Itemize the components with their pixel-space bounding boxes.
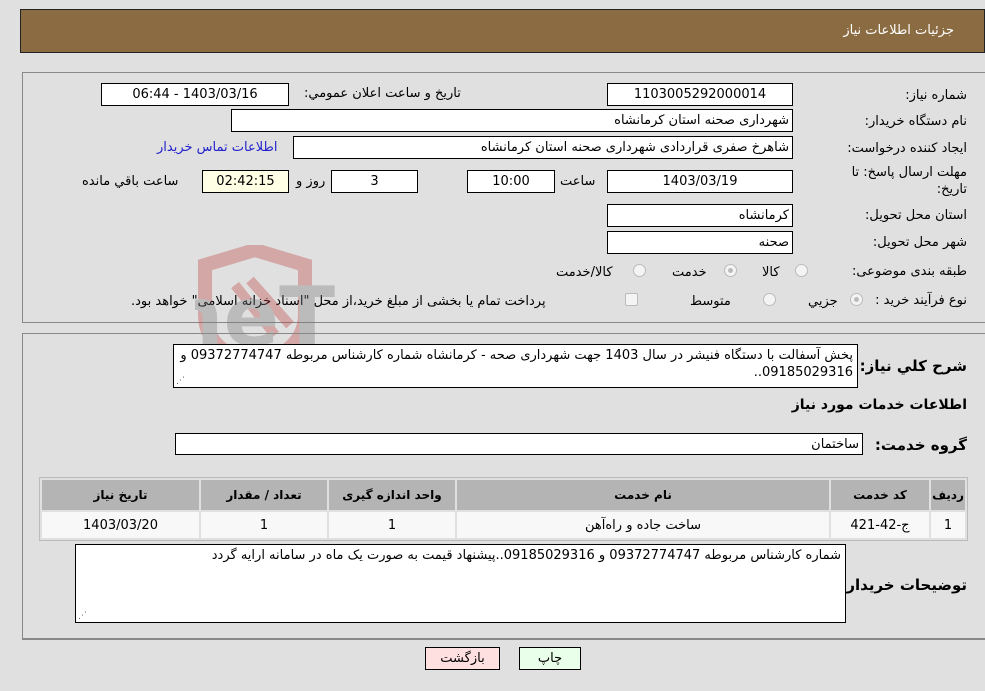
announce-label: تاریخ و ساعت اعلان عمومي:	[304, 86, 461, 101]
deadline-label-1: مهلت ارسال پاسخ: تا	[851, 165, 967, 180]
resize-grip-icon[interactable]: ⋰	[176, 377, 185, 386]
province-label: استان محل تحویل:	[865, 208, 967, 223]
cell-quantity: 1	[201, 512, 327, 538]
buyer-org-label: نام دستگاه خریدار:	[864, 114, 967, 129]
buyer-contact-link[interactable]: اطلاعات تماس خریدار	[157, 140, 277, 155]
buyer-notes-textarea[interactable]: شماره کارشناس مربوطه 09372774747 و 09185…	[75, 544, 846, 623]
process-radio-minor[interactable]	[850, 293, 863, 306]
buyer-org-field: شهرداری صحنه استان کرمانشاه	[231, 109, 793, 132]
need-number-field: 1103005292000014	[607, 83, 793, 106]
deadline-time-label: ساعت	[560, 174, 596, 189]
summary-textarea[interactable]: پخش آسفالت با دستگاه فنیشر در سال 1403 ج…	[173, 344, 858, 388]
deadline-date-field: 1403/03/19	[607, 170, 793, 193]
buyer-notes-text: شماره کارشناس مربوطه 09372774747 و 09185…	[211, 548, 841, 563]
need-number-label: شماره نیاز:	[905, 88, 967, 103]
category-radio-goods-service[interactable]	[633, 264, 646, 277]
back-button[interactable]: بازگشت	[425, 647, 500, 670]
cell-unit: 1	[329, 512, 455, 538]
col-row-number: ردیف	[931, 480, 965, 510]
table-header-row: ردیف کد خدمت نام خدمت واحد اندازه گیری ت…	[42, 480, 965, 510]
deadline-time-field: 10:00	[467, 170, 555, 193]
creator-field: شاهرخ صفری قراردادی شهرداری صحنه استان ک…	[293, 136, 793, 159]
col-service-name: نام خدمت	[457, 480, 829, 510]
print-button[interactable]: چاپ	[519, 647, 581, 670]
cell-row-number: 1	[931, 512, 965, 538]
col-quantity: تعداد / مقدار	[201, 480, 327, 510]
cell-service-code: ج-42-421	[831, 512, 929, 538]
process-radio-medium[interactable]	[763, 293, 776, 306]
services-table: ردیف کد خدمت نام خدمت واحد اندازه گیری ت…	[39, 477, 968, 541]
treasury-checkbox[interactable]	[625, 293, 638, 306]
category-option-service: خدمت	[672, 265, 707, 280]
summary-label: شرح کلي نياز:	[859, 357, 967, 375]
remaining-time-label: ساعت باقي مانده	[82, 174, 179, 189]
process-option-medium: متوسط	[690, 294, 731, 309]
remaining-time-field: 02:42:15	[202, 170, 289, 193]
category-option-goods: کالا	[762, 265, 780, 280]
resize-grip-icon[interactable]: ⋰	[78, 612, 87, 621]
table-row: 1 ج-42-421 ساخت جاده و راه‌آهن 1 1 1403/…	[42, 512, 965, 538]
col-need-date: تاریخ نیاز	[42, 480, 199, 510]
service-group-field: ساختمان	[175, 433, 863, 455]
city-field: صحنه	[607, 231, 793, 254]
category-label: طبقه بندی موضوعی:	[851, 264, 967, 279]
service-group-label: گروه خدمت:	[874, 436, 967, 454]
process-label: نوع فرآیند خرید :	[875, 293, 967, 308]
services-heading: اطلاعات خدمات مورد نیاز	[791, 397, 967, 413]
col-service-code: کد خدمت	[831, 480, 929, 510]
category-radio-goods[interactable]	[795, 264, 808, 277]
cell-service-name: ساخت جاده و راه‌آهن	[457, 512, 829, 538]
category-radio-service[interactable]	[724, 264, 737, 277]
process-option-minor: جزيي	[808, 294, 838, 309]
page-title: جزئیات اطلاعات نیاز	[843, 23, 954, 38]
days-label: روز و	[296, 174, 326, 189]
creator-label: ایجاد کننده درخواست:	[847, 141, 967, 156]
announce-datetime-field: 1403/03/16 - 06:44	[101, 83, 289, 106]
deadline-label-2: تاریخ:	[936, 182, 967, 197]
province-field: کرمانشاه	[607, 204, 793, 227]
category-option-goods-service: کالا/خدمت	[556, 265, 613, 280]
col-unit: واحد اندازه گیری	[329, 480, 455, 510]
treasury-note: پرداخت تمام یا بخشی از مبلغ خرید،از محل …	[131, 294, 546, 309]
cell-need-date: 1403/03/20	[42, 512, 199, 538]
days-remaining-field: 3	[331, 170, 418, 193]
page-header: جزئیات اطلاعات نیاز	[20, 9, 985, 53]
city-label: شهر محل تحویل:	[872, 235, 967, 250]
buyer-notes-label: توضیحات خریدار:	[840, 576, 967, 594]
summary-text: پخش آسفالت با دستگاه فنیشر در سال 1403 ج…	[180, 348, 853, 380]
